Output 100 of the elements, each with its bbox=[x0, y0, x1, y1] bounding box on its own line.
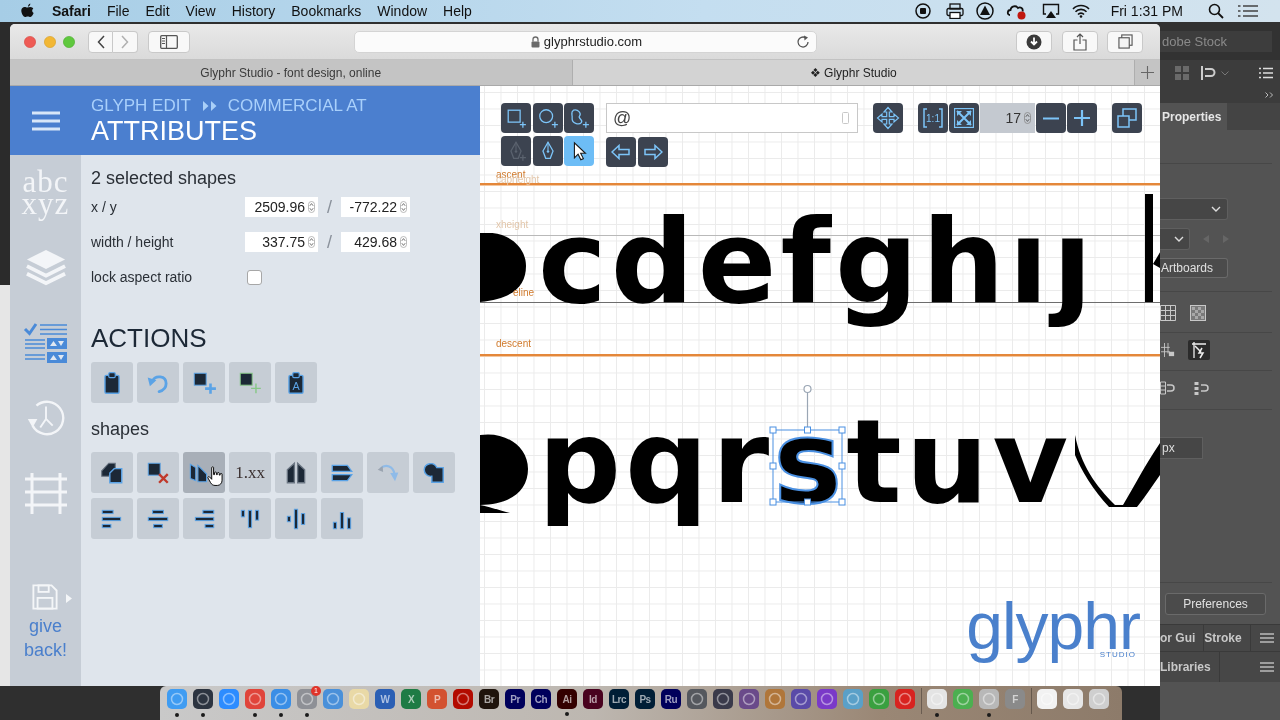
previous-glyph-button[interactable] bbox=[606, 137, 636, 167]
preferences-button[interactable]: Preferences bbox=[1165, 593, 1266, 615]
app-icon[interactable] bbox=[452, 688, 474, 710]
add-component-button[interactable] bbox=[229, 362, 271, 403]
list-icon[interactable] bbox=[1238, 4, 1258, 18]
checkerboard-icon[interactable] bbox=[1190, 304, 1206, 321]
zoom-in-button[interactable] bbox=[1067, 103, 1097, 133]
menu-item[interactable]: Edit bbox=[145, 3, 170, 19]
search-icon[interactable] bbox=[1208, 3, 1224, 19]
align-bottom-button[interactable] bbox=[321, 498, 363, 539]
menu-icon[interactable] bbox=[1260, 633, 1274, 643]
app-icon[interactable] bbox=[1036, 688, 1058, 710]
menu-item[interactable]: Window bbox=[377, 3, 428, 19]
compare-button[interactable] bbox=[1112, 103, 1142, 133]
double-chevron-icon[interactable] bbox=[1265, 91, 1274, 98]
pen-tool-button[interactable] bbox=[532, 136, 563, 166]
spinner-icon[interactable] bbox=[308, 201, 315, 213]
downloads-button[interactable] bbox=[1016, 30, 1052, 53]
browser-tab[interactable]: ❖ Glyphr Studio bbox=[572, 60, 1135, 85]
chevron-down-icon[interactable] bbox=[1221, 70, 1229, 76]
menu-icon[interactable] bbox=[1260, 662, 1274, 672]
fit-button[interactable] bbox=[949, 103, 979, 133]
dropdown[interactable] bbox=[1160, 228, 1190, 250]
app-tile[interactable]: Ai bbox=[557, 689, 577, 709]
app-icon[interactable] bbox=[192, 688, 214, 710]
align-right-button[interactable] bbox=[183, 498, 225, 539]
magnet-icon[interactable] bbox=[1194, 381, 1210, 395]
checkbox[interactable] bbox=[247, 269, 262, 285]
back-button[interactable] bbox=[88, 30, 113, 53]
panel-tab[interactable]: Properties bbox=[1160, 103, 1228, 130]
spinner-icon[interactable] bbox=[400, 201, 407, 213]
number-field[interactable]: 2509.96 bbox=[245, 197, 318, 217]
airplay-icon[interactable] bbox=[1041, 3, 1060, 19]
round-values-button[interactable]: 1.xx bbox=[229, 452, 271, 493]
number-field[interactable]: -772.22 bbox=[341, 197, 410, 217]
apple-icon[interactable] bbox=[20, 3, 34, 19]
zoom-out-button[interactable] bbox=[1036, 103, 1066, 133]
glyph[interactable]: h bbox=[922, 189, 1005, 334]
glyph[interactable]: c bbox=[538, 189, 607, 334]
spinner-icon[interactable] bbox=[1024, 112, 1031, 124]
glyph[interactable]: d bbox=[610, 189, 694, 334]
menu-item[interactable]: File bbox=[106, 3, 130, 19]
search-field[interactable]: dobe Stock bbox=[1160, 31, 1272, 52]
pan-button[interactable] bbox=[873, 103, 903, 133]
combine-button[interactable] bbox=[413, 452, 455, 493]
oval-tool-button[interactable] bbox=[532, 103, 563, 133]
reverse-button[interactable] bbox=[183, 452, 225, 493]
app-tile[interactable]: Ps bbox=[635, 689, 655, 709]
cloud-icon[interactable] bbox=[1005, 2, 1027, 20]
wifi-icon[interactable] bbox=[1071, 4, 1090, 18]
pointer-tool-button[interactable] bbox=[564, 136, 594, 166]
close-icon[interactable] bbox=[24, 35, 36, 48]
app-icon[interactable] bbox=[712, 688, 734, 710]
delete-button[interactable] bbox=[137, 452, 179, 493]
sidebar-button[interactable] bbox=[148, 30, 190, 53]
spinner-icon[interactable] bbox=[400, 236, 407, 248]
dot-grid-icon[interactable] bbox=[1175, 66, 1189, 80]
app-tile[interactable]: Id bbox=[583, 689, 603, 709]
menu-item[interactable]: Bookmarks bbox=[291, 3, 362, 19]
app-icon[interactable] bbox=[1062, 688, 1084, 710]
align-top-button[interactable] bbox=[229, 498, 271, 539]
stop-icon[interactable] bbox=[914, 3, 931, 19]
number-field[interactable]: 429.68 bbox=[341, 232, 410, 252]
glyph[interactable]: f bbox=[780, 189, 831, 334]
glyph[interactable]: t bbox=[846, 389, 902, 534]
paste-button[interactable] bbox=[91, 362, 133, 403]
artboards-button[interactable]: Artboards bbox=[1160, 258, 1228, 278]
list-icon[interactable] bbox=[1259, 67, 1273, 79]
selection-frame[interactable] bbox=[769, 384, 847, 506]
menu-item[interactable]: Help bbox=[443, 3, 472, 19]
glyph[interactable]: u bbox=[905, 389, 989, 534]
app-tile[interactable]: Lrc bbox=[609, 689, 629, 709]
align-middle-button[interactable] bbox=[275, 498, 317, 539]
app-tile[interactable]: Ru bbox=[661, 689, 681, 709]
spinner-icon[interactable] bbox=[308, 236, 315, 248]
rectangle-tool-button[interactable] bbox=[501, 103, 531, 133]
align-left-button[interactable] bbox=[91, 498, 133, 539]
app-menu[interactable]: Safari bbox=[52, 3, 91, 19]
glyph[interactable]: p bbox=[538, 389, 622, 534]
app-tile[interactable]: Ch bbox=[531, 689, 551, 709]
path-tool-button[interactable] bbox=[564, 103, 594, 133]
printer-icon[interactable] bbox=[945, 3, 964, 19]
lightning-guide-icon[interactable] bbox=[1188, 340, 1210, 360]
tab-overview-button[interactable] bbox=[1107, 30, 1143, 53]
flip-horizontal-button[interactable] bbox=[275, 452, 317, 493]
unit-field[interactable]: px bbox=[1160, 437, 1203, 459]
flip-vertical-button[interactable] bbox=[321, 452, 363, 493]
share-button[interactable] bbox=[1062, 30, 1098, 53]
glyph[interactable]: q bbox=[625, 389, 709, 534]
menu-item[interactable]: View bbox=[185, 3, 216, 19]
address-field[interactable]: glyphrstudio.com bbox=[354, 30, 817, 53]
app-tile[interactable]: Br bbox=[479, 689, 499, 709]
align-icon[interactable] bbox=[1201, 66, 1217, 80]
zoom-field[interactable]: 17 bbox=[980, 103, 1035, 133]
glyph[interactable]: g bbox=[834, 189, 918, 334]
duplicate-button[interactable] bbox=[91, 452, 133, 493]
app-tile[interactable]: Pr bbox=[505, 689, 525, 709]
grid-icon[interactable] bbox=[1160, 304, 1176, 321]
paste-glyph-button[interactable]: A bbox=[275, 362, 317, 403]
glyph[interactable]: s bbox=[773, 389, 843, 534]
